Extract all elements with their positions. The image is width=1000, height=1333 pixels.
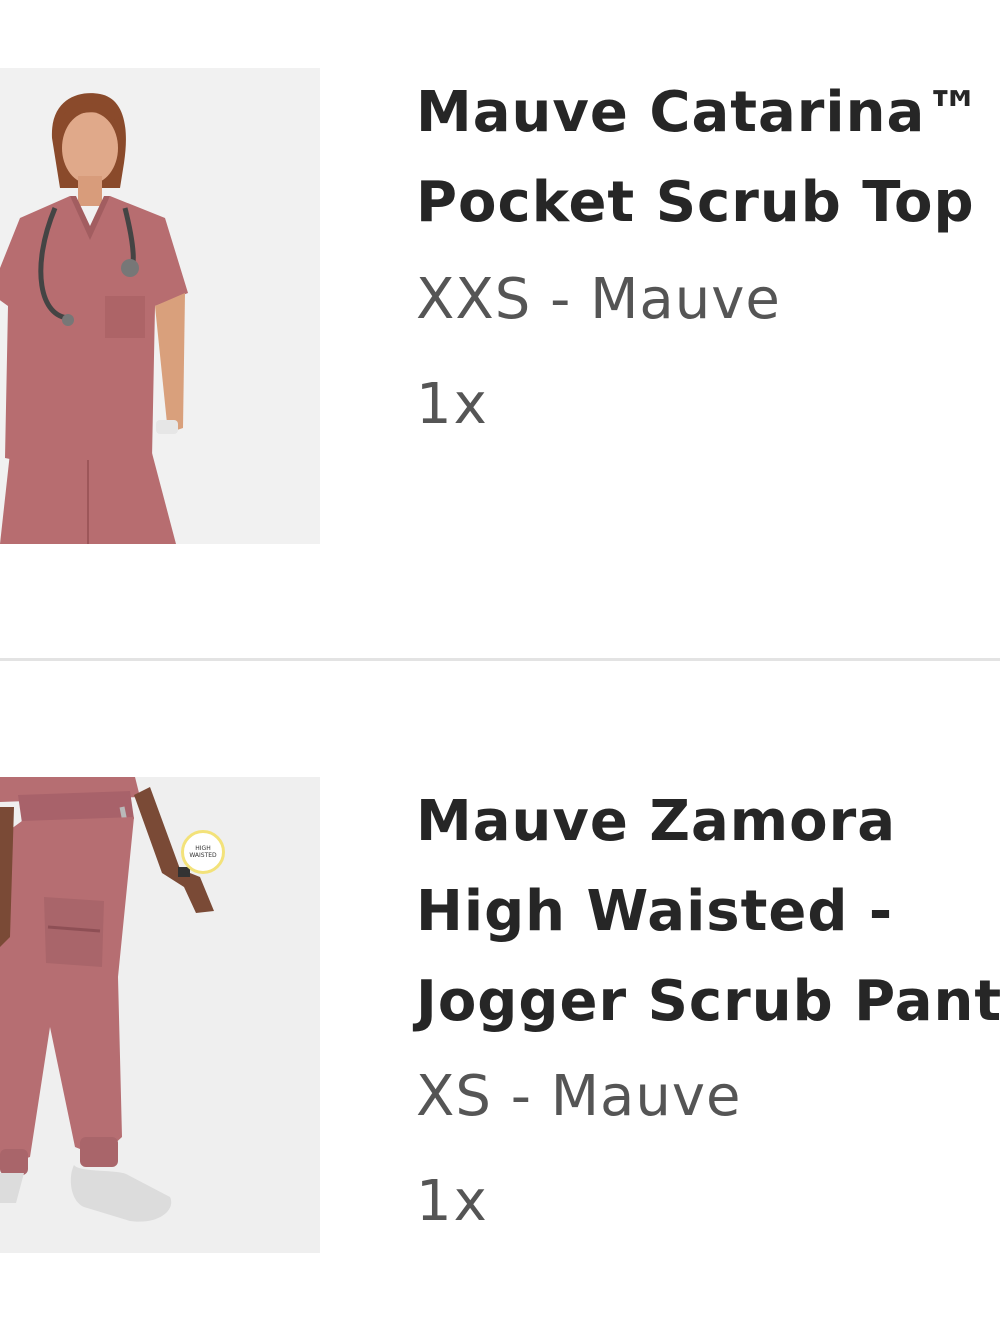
product-image[interactable]: [0, 68, 320, 544]
cart-item: HIGH WAISTED Mauve Zamora High Waisted -…: [0, 662, 1000, 1333]
cart-item: Mauve Catarina™ - Pocket Scrub Top XXS -…: [0, 0, 1000, 660]
product-variant: XXS - Mauve: [416, 267, 781, 332]
item-divider: [0, 658, 1000, 661]
product-quantity: 1x: [416, 372, 489, 437]
product-quantity: 1x: [416, 1169, 489, 1234]
scrub-top-model-image: [0, 68, 320, 544]
product-variant: XS - Mauve: [416, 1064, 742, 1129]
high-waisted-badge: HIGH WAISTED: [181, 830, 225, 874]
product-title[interactable]: Mauve Catarina™ - Pocket Scrub Top: [416, 68, 1000, 248]
product-image[interactable]: HIGH WAISTED: [0, 777, 320, 1253]
jogger-pants-model-image: [0, 777, 320, 1253]
product-title[interactable]: Mauve Zamora High Waisted - Jogger Scrub…: [416, 777, 1000, 1047]
